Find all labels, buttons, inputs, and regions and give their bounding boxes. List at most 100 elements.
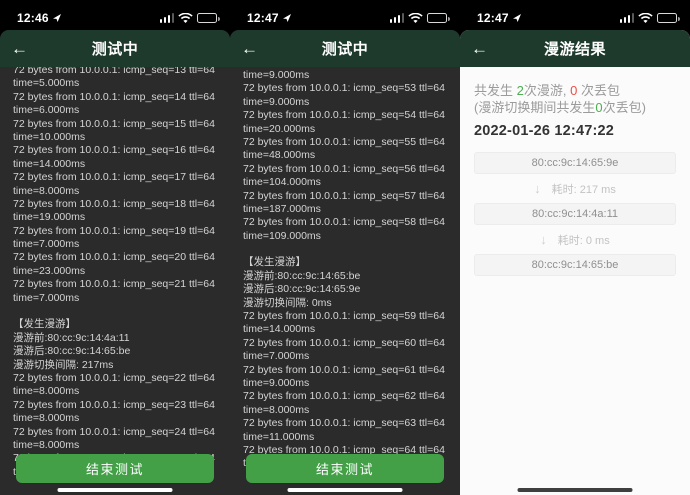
down-arrow-icon: ↓ [540, 232, 547, 247]
status-time: 12:47 [247, 11, 292, 25]
location-arrow-icon [512, 14, 521, 22]
ping-log-line: 漫游后:80:cc:9c:14:65:be [13, 345, 131, 358]
wifi-icon [408, 12, 423, 23]
ping-log-line: 72 bytes from 10.0.0.1: icmp_seq=15 ttl=… [13, 117, 215, 130]
ping-log-line: 72 bytes from 10.0.0.1: icmp_seq=17 ttl=… [13, 171, 215, 184]
home-indicator[interactable] [517, 487, 633, 492]
ap-mac-box: 80:cc:9c:14:65:9e [474, 152, 676, 174]
ping-log-line: time=10.000ms [13, 130, 86, 143]
ping-log-line: time=8.000ms [13, 184, 80, 197]
ping-log-line: time=7.000ms [13, 238, 80, 251]
ping-log-line: time=5.000ms [13, 77, 80, 90]
screenshot-panel-testing-2: 12:47 ← 测试中 time=9.000ms 72 bytes from 10… [230, 0, 460, 495]
ping-log-line: time=7.000ms [243, 350, 310, 363]
roam-path-list: 80:cc:9c:14:65:9e ↓ 耗时: 217 ms 80:cc:9c:14:… [460, 152, 690, 276]
ping-log[interactable]: time=9.000ms 72 bytes from 10.0.0.1: icmp… [230, 67, 460, 471]
summary-text: 次丢包) [602, 100, 646, 115]
ping-log-line: time=9.000ms [243, 69, 310, 81]
app-card: ← 漫游结果 共发生 2次漫游, 0 次丢包 (漫游切换期间共发生0次丢包) 2… [460, 30, 690, 495]
roam-count-value: 2 [516, 83, 524, 98]
ap-mac-box: 80:cc:9c:14:65:be [474, 254, 676, 276]
ping-log-line: 漫游切换间隔: 0ms [243, 296, 332, 309]
end-test-button[interactable]: 结束测试 [246, 454, 444, 483]
ping-log-line: 72 bytes from 10.0.0.1: icmp_seq=14 ttl=… [13, 90, 215, 103]
ping-log-line: time=8.000ms [243, 403, 310, 416]
back-arrow-icon[interactable]: ← [241, 30, 258, 67]
status-icons [619, 12, 680, 24]
transition-duration-label: 耗时: 0 ms [557, 234, 610, 247]
back-arrow-icon[interactable]: ← [471, 30, 488, 67]
ping-log-line: time=104.000ms [243, 176, 321, 189]
ping-log-line: 72 bytes from 10.0.0.1: icmp_seq=57 ttl=… [243, 189, 445, 202]
ping-log-line: time=14.000ms [13, 157, 86, 170]
ping-log-line: 72 bytes from 10.0.0.1: icmp_seq=20 ttl=… [13, 251, 215, 264]
ping-log-line: time=8.000ms [13, 412, 80, 425]
ping-log-line: 漫游后:80:cc:9c:14:65:9e [243, 283, 361, 296]
result-timestamp: 2022-01-26 12:47:22 [474, 123, 615, 139]
ping-log-line: time=48.000ms [243, 149, 316, 162]
app-card: ← 测试中 72 bytes from 10.0.0.1: icmp_seq=1… [0, 30, 230, 495]
clock-text: 12:47 [247, 11, 279, 25]
app-header: ← 测试中 [0, 30, 230, 67]
status-bar: 12:46 [0, 0, 230, 30]
home-indicator[interactable] [287, 487, 403, 492]
status-icons [389, 12, 450, 24]
back-arrow-icon[interactable]: ← [11, 30, 28, 67]
ping-log[interactable]: 72 bytes from 10.0.0.1: icmp_seq=13 ttl=… [0, 62, 230, 479]
ping-log-line: time=23.000ms [13, 264, 86, 277]
app-header: ← 漫游结果 [460, 30, 690, 67]
ping-log-line: 72 bytes from 10.0.0.1: icmp_seq=22 ttl=… [13, 371, 215, 384]
ping-log-line: 72 bytes from 10.0.0.1: icmp_seq=59 ttl=… [243, 310, 445, 323]
battery-icon [657, 13, 680, 23]
roam-summary: 共发生 2次漫游, 0 次丢包 (漫游切换期间共发生0次丢包) 2022-01-… [460, 67, 690, 139]
app-card: ← 测试中 time=9.000ms 72 bytes from 10.0.0.1… [230, 30, 460, 495]
ping-log-line: 漫游前:80:cc:9c:14:4a:11 [13, 331, 130, 344]
ping-log-line: time=11.000ms [243, 430, 315, 443]
ping-log-line [243, 243, 454, 256]
status-icons [159, 12, 220, 24]
screenshot-panel-roam-result: 12:47 ← 漫游结果 共发生 2次漫游, 0 次丢包 (漫游切换期间共发生0… [460, 0, 690, 495]
roam-summary-line2: (漫游切换期间共发生0次丢包) [474, 99, 676, 116]
ping-log-line: time=109.000ms [243, 229, 321, 242]
ping-log-line: time=20.000ms [243, 122, 316, 135]
ping-log-line: time=187.000ms [243, 202, 321, 215]
ping-log-line: time=9.000ms [243, 376, 310, 389]
battery-icon [427, 13, 450, 23]
cellular-signal-icon [389, 13, 404, 23]
summary-text: (漫游切换期间共发生 [474, 100, 596, 115]
status-bar: 12:47 [460, 0, 690, 30]
ping-log-line: 72 bytes from 10.0.0.1: icmp_seq=62 ttl=… [243, 390, 445, 403]
ping-log-line: time=9.000ms [243, 95, 310, 108]
status-bar: 12:47 [230, 0, 460, 30]
clock-text: 12:46 [17, 11, 49, 25]
page-title: 测试中 [321, 41, 369, 58]
end-test-button[interactable]: 结束测试 [16, 454, 214, 483]
ping-log-line: time=6.000ms [13, 104, 80, 117]
ping-log-line: 72 bytes from 10.0.0.1: icmp_seq=58 ttl=… [243, 216, 445, 229]
app-header: ← 测试中 [230, 30, 460, 67]
ping-log-line: 72 bytes from 10.0.0.1: icmp_seq=55 ttl=… [243, 135, 445, 148]
page-title: 测试中 [91, 41, 139, 58]
ping-log-line: 72 bytes from 10.0.0.1: icmp_seq=19 ttl=… [13, 224, 215, 237]
ping-log-line: 72 bytes from 10.0.0.1: icmp_seq=54 ttl=… [243, 109, 445, 122]
roam-loss-count-value: 0 [595, 100, 603, 115]
roam-transition-row: ↓ 耗时: 0 ms [474, 225, 676, 254]
wifi-icon [638, 12, 653, 23]
location-arrow-icon [52, 14, 61, 22]
ping-log-line: time=7.000ms [13, 291, 80, 304]
ping-log-line: 72 bytes from 10.0.0.1: icmp_seq=53 ttl=… [243, 82, 445, 95]
ping-log-line: 72 bytes from 10.0.0.1: icmp_seq=21 ttl=… [13, 278, 215, 291]
home-indicator[interactable] [57, 487, 173, 492]
status-time: 12:46 [17, 11, 62, 25]
down-arrow-icon: ↓ [534, 181, 541, 196]
ping-log-line: 72 bytes from 10.0.0.1: icmp_seq=60 ttl=… [243, 336, 445, 349]
cellular-signal-icon [619, 13, 634, 23]
cellular-signal-icon [159, 13, 174, 23]
ping-log-line: 漫游切换间隔: 217ms [13, 358, 114, 371]
ping-log-line: time=14.000ms [243, 323, 316, 336]
ping-log-line: 72 bytes from 10.0.0.1: icmp_seq=24 ttl=… [13, 425, 215, 438]
status-time: 12:47 [477, 11, 522, 25]
ping-log-line: 【发生漫游】 [243, 256, 306, 269]
transition-duration-label: 耗时: 217 ms [551, 183, 616, 196]
roam-transition-row: ↓ 耗时: 217 ms [474, 174, 676, 203]
